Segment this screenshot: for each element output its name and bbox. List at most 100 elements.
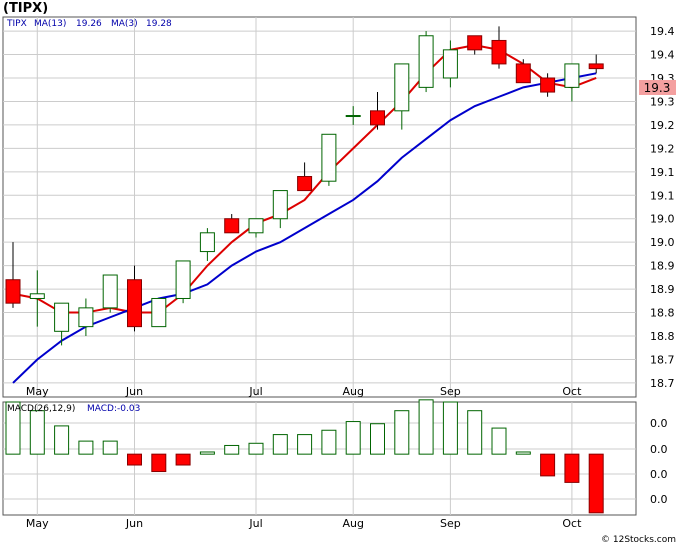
candle-body: [175, 260, 191, 299]
macd-bar: [29, 410, 45, 455]
candle-body: [78, 307, 94, 328]
candle-body: [151, 297, 167, 328]
candle-body: [321, 133, 337, 182]
macd-bar: [491, 427, 507, 455]
legend-ma13-value: 19.26: [76, 19, 102, 29]
candle: [175, 260, 191, 304]
price-panel-frame: [2, 16, 637, 398]
price-y-tick-label: 18.8: [650, 330, 675, 343]
price-y-tick-label: 19.1: [650, 166, 675, 179]
price-y-tick-label: 18.7: [650, 353, 675, 366]
price-panel: 19.4 19.4 19.319.3 19.2 19.2 19.1 19.1 19.0 19.0…: [2, 16, 675, 398]
macd-bar: [345, 421, 361, 455]
macd-bar: [540, 453, 556, 477]
candle-body: [491, 39, 507, 65]
price-y-tick-label: 19.3: [650, 95, 675, 108]
price-x-tick-label: Aug: [342, 385, 363, 398]
macd-bar: [321, 429, 337, 455]
chart-title: (TIPX): [3, 1, 48, 16]
legend-ma3-value: 19.28: [146, 19, 172, 29]
candle-body: [5, 279, 21, 304]
macd-x-tick-label: Jul: [248, 517, 262, 530]
candle: [102, 274, 118, 313]
candle-body: [540, 77, 556, 93]
price-y-tick-label: 19.0: [650, 213, 675, 226]
price-x-tick-label: Oct: [562, 385, 582, 398]
price-x-tick-label: Sep: [440, 385, 461, 398]
price-y-tick-label: 19.1: [650, 189, 675, 202]
price-y-tick-label: 18.8: [650, 307, 675, 320]
candle: [418, 31, 434, 93]
price-y-tick-label: 19.2: [650, 142, 675, 155]
macd-bar: [78, 440, 94, 455]
macd-legend-value: MACD:-0.03: [87, 404, 140, 414]
macd-legend-label: MACD(26,12,9): [7, 404, 75, 414]
macd-bar: [515, 451, 531, 455]
macd-y-tick-label: 0.0: [650, 443, 668, 456]
price-y-tick-label: 19.2: [650, 119, 675, 132]
candle-body: [297, 176, 313, 192]
candle-body: [29, 293, 45, 299]
macd-bar: [175, 453, 191, 466]
macd-x-tick-label: Sep: [440, 517, 461, 530]
candle-body: [345, 115, 361, 118]
candle-body: [515, 63, 531, 84]
last-price-label: 19.3: [644, 81, 671, 95]
price-x-tick-label: Jun: [125, 385, 143, 398]
legend-ma13-label: MA(13): [34, 19, 66, 29]
price-y-tick-label: 19.4: [650, 49, 675, 62]
macd-bar: [442, 401, 458, 455]
candle-body: [442, 49, 458, 79]
macd-x-tick-label: Oct: [562, 517, 582, 530]
candle-body: [272, 190, 288, 220]
price-y-tick-label: 18.9: [650, 260, 675, 273]
legend-symbol: TIPX: [6, 19, 27, 29]
macd-bar: [467, 410, 483, 455]
stock-chart: 19.4 19.4 19.319.3 19.2 19.2 19.1 19.1 19.0 19.0…: [0, 0, 680, 546]
macd-bar: [394, 410, 410, 455]
macd-bar: [370, 423, 385, 455]
macd-bar: [224, 444, 240, 455]
macd-bar: [127, 453, 142, 466]
candle-body: [394, 63, 410, 112]
macd-x-tick-label: May: [26, 517, 49, 530]
macd-y-tick-label: 0.0: [650, 417, 668, 430]
macd-bar: [418, 399, 434, 455]
candle-body: [564, 63, 580, 88]
macd-bar: [588, 453, 604, 514]
price-x-tick-label: May: [26, 385, 49, 398]
macd-bar: [248, 442, 264, 455]
candle-body: [467, 35, 483, 51]
candle: [151, 297, 167, 328]
legend-ma3-label: MA(3): [111, 19, 138, 29]
candle: [321, 133, 337, 186]
candle-body: [370, 110, 385, 126]
candle-body: [199, 232, 215, 253]
candle-body: [248, 218, 264, 234]
macd-bar: [297, 434, 313, 455]
macd-bar: [102, 440, 118, 455]
macd-bar: [564, 453, 580, 483]
macd-y-tick-label: 0.0: [650, 493, 668, 506]
last-price-marker: 19.3: [639, 80, 676, 95]
candle-body: [102, 274, 118, 309]
macd-bar: [199, 451, 215, 455]
candle-body: [588, 63, 604, 70]
macd-x-tick-label: Aug: [342, 517, 363, 530]
macd-bar: [151, 453, 167, 473]
macd-bar: [54, 425, 70, 455]
macd-bar: [272, 434, 288, 455]
macd-panel: 0.0 0.0 0.0 0.0 MACD(26,12,9) MACD:-0.03: [2, 399, 668, 516]
price-y-tick-label: 18.7: [650, 377, 675, 390]
macd-x-tick-label: Jun: [125, 517, 143, 530]
price-x-tick-label: Jul: [248, 385, 262, 398]
candle-body: [224, 218, 240, 234]
macd-y-tick-label: 0.0: [650, 468, 668, 481]
price-y-tick-label: 18.9: [650, 283, 675, 296]
price-y-tick-label: 19.4: [650, 25, 675, 38]
watermark: © 12Stocks.com: [601, 535, 676, 545]
price-y-tick-label: 19.0: [650, 236, 675, 249]
candle-body: [127, 279, 142, 328]
candle-body: [418, 35, 434, 88]
candle-body: [54, 302, 70, 332]
